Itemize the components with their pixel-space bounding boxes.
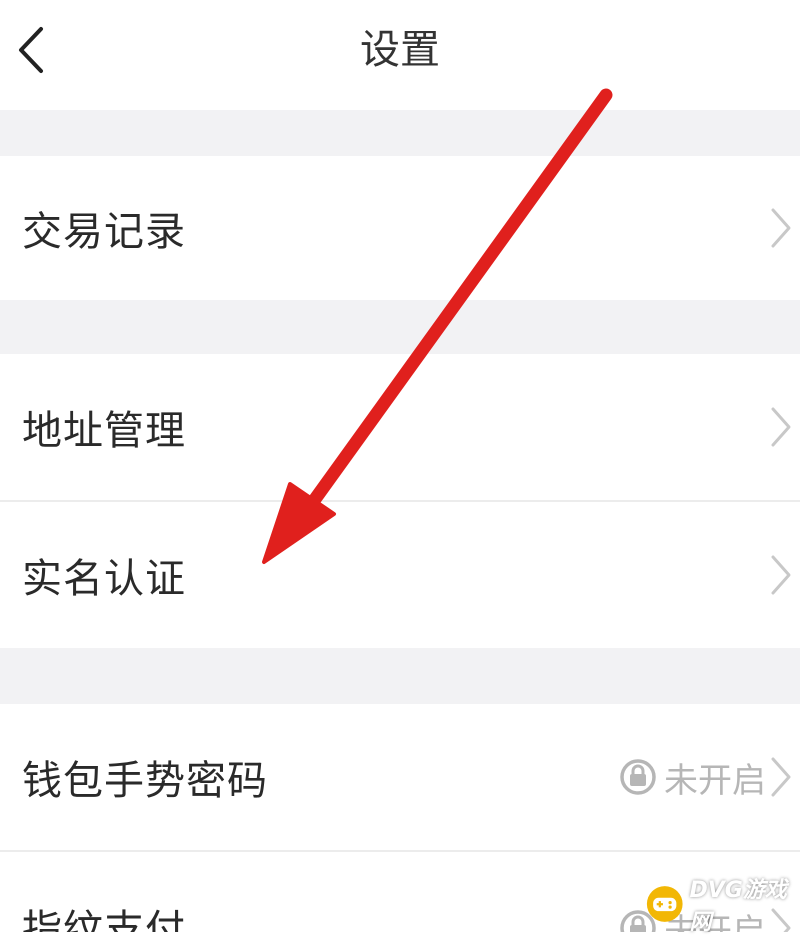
settings-item-label: 交易记录 [22, 209, 186, 255]
nav-bar: 设置 [0, 0, 800, 110]
settings-item-label: 钱包手势密码 [22, 758, 268, 804]
lock-icon [620, 759, 656, 795]
settings-item-real-name-verification[interactable]: 实名认证 [0, 502, 800, 648]
settings-item-wallet-gesture-password[interactable]: 钱包手势密码 未开启 [0, 704, 800, 850]
settings-item-right [768, 502, 794, 648]
gamepad-logo-icon [646, 886, 683, 922]
chevron-right-icon [771, 407, 791, 447]
settings-item-right [768, 354, 794, 500]
settings-item-transaction-records[interactable]: 交易记录 [0, 156, 800, 300]
status-text: 未开启 [664, 760, 766, 801]
settings-item-label: 指纹支付 [22, 907, 186, 932]
settings-item-label: 实名认证 [22, 556, 186, 602]
watermark: DVG游戏网 [646, 878, 796, 935]
settings-item-address-management[interactable]: 地址管理 [0, 354, 800, 500]
section-gap [0, 648, 800, 704]
settings-item-label: 地址管理 [22, 408, 186, 454]
page-title: 设置 [360, 27, 440, 73]
watermark-text: DVG游戏网 [689, 878, 787, 935]
chevron-right-icon [771, 208, 791, 248]
settings-item-right: 未开启 [620, 704, 794, 850]
chevron-right-icon [771, 555, 791, 595]
section-gap [0, 300, 800, 354]
chevron-right-icon [771, 757, 791, 797]
settings-item-right [768, 156, 794, 300]
section-gap [0, 110, 800, 156]
